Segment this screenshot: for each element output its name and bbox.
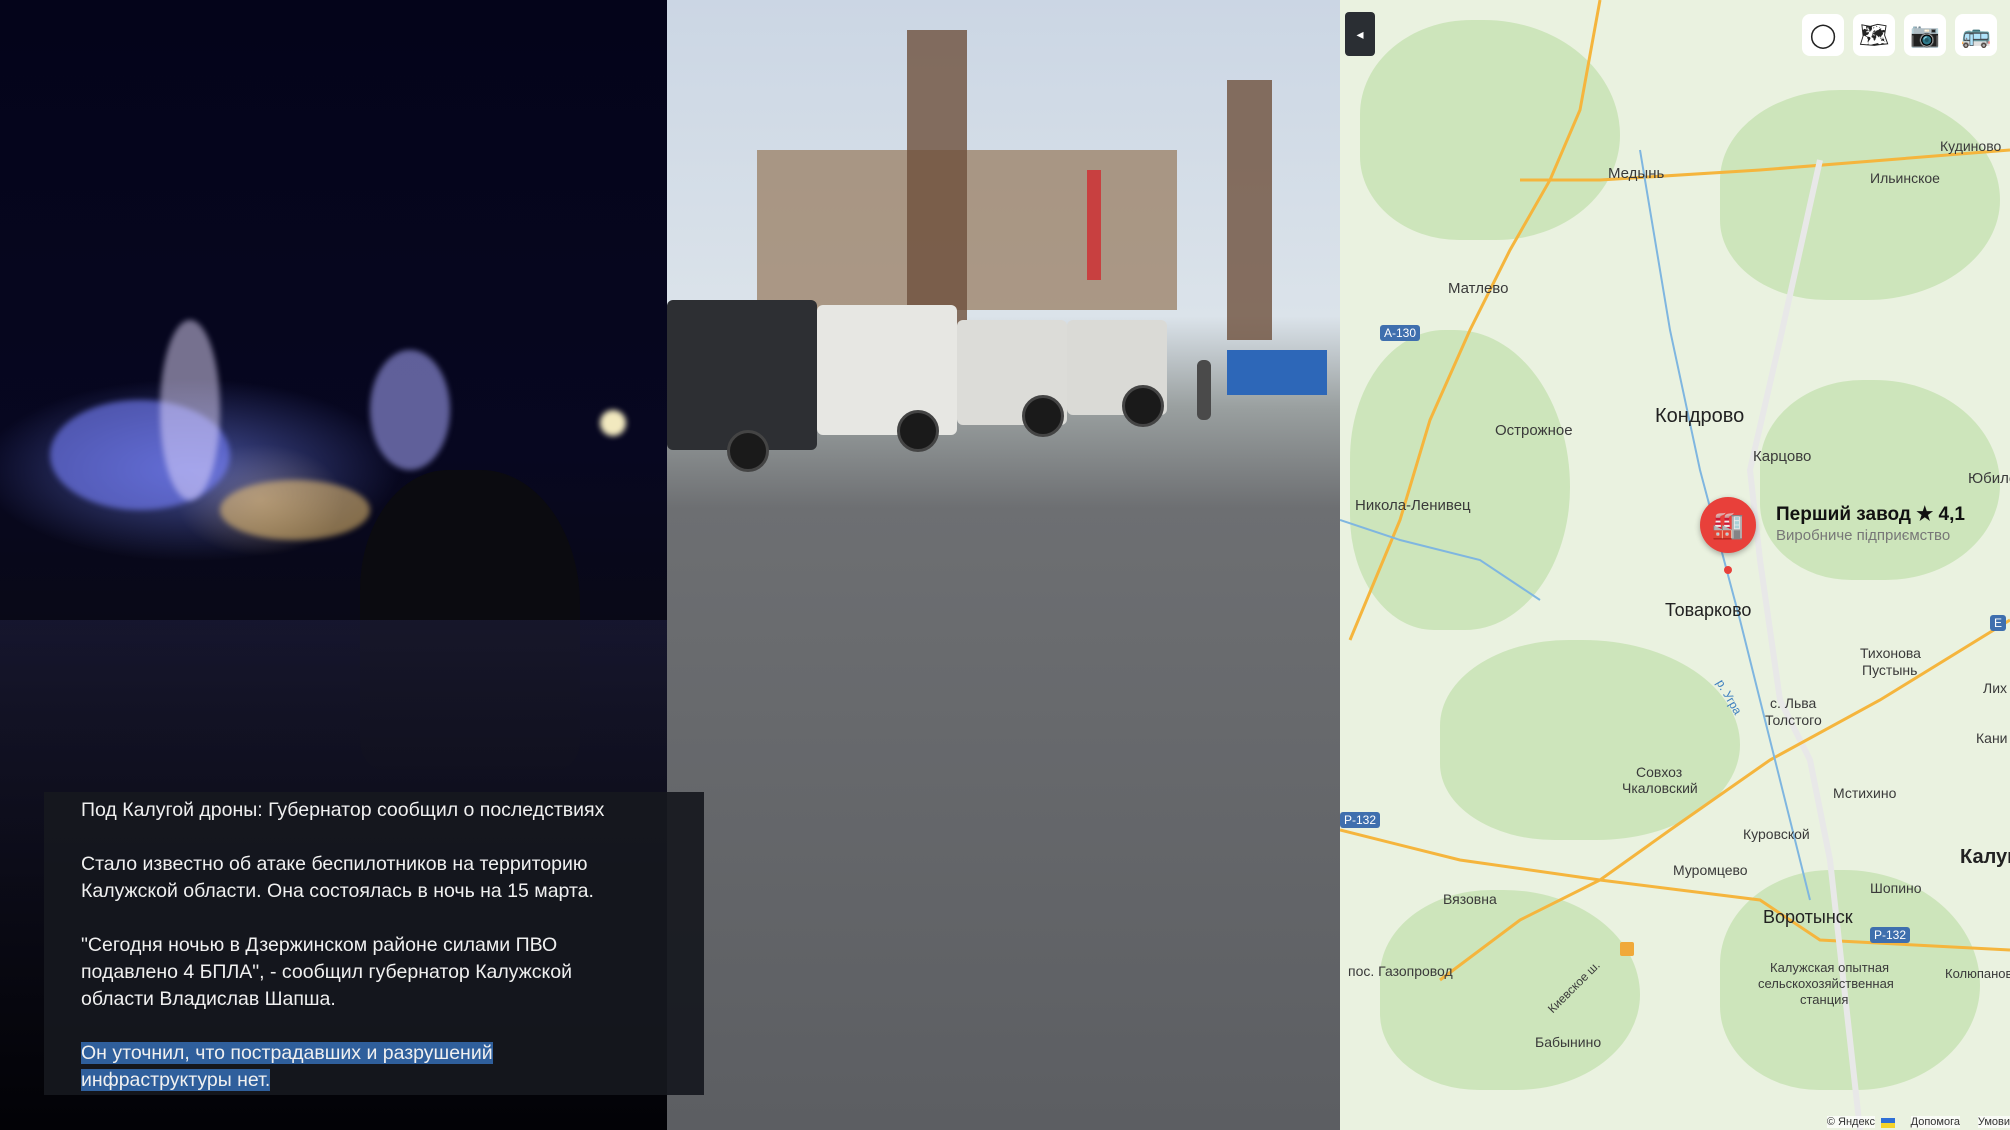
town-label: Острожное bbox=[1495, 422, 1573, 439]
panorama-icon[interactable]: 📷 bbox=[1904, 14, 1946, 56]
chimney bbox=[1087, 170, 1101, 280]
news-paragraph-line: Стало известно об атаке беспилотников на… bbox=[81, 853, 588, 875]
town-label: Кани bbox=[1976, 730, 2008, 746]
refinery-tower-2 bbox=[1227, 80, 1272, 340]
truck-wheel bbox=[897, 410, 939, 452]
news-caption: Под Калугой дроны: Губернатор сообщил о … bbox=[44, 792, 704, 1095]
town-label: станция bbox=[1800, 992, 1849, 1007]
map-mode-icon[interactable]: 🗺 bbox=[1853, 14, 1895, 56]
town-label: Мстихино bbox=[1833, 785, 1897, 801]
town-label: Чкаловский bbox=[1622, 780, 1698, 796]
refinery-tower-1 bbox=[907, 30, 967, 330]
road-badge-a130: А-130 bbox=[1380, 325, 1421, 341]
flag-icon bbox=[1881, 1118, 1895, 1128]
plant-amber-glow bbox=[220, 480, 370, 540]
location-dot bbox=[1724, 566, 1732, 574]
town-label: Вязовна bbox=[1443, 891, 1497, 907]
town-label: Колюпаново bbox=[1945, 966, 2010, 981]
factory-icon[interactable]: 🏭 bbox=[1700, 497, 1756, 553]
town-label: Толстого bbox=[1765, 712, 1822, 728]
plant-tower-light bbox=[160, 320, 220, 500]
town-label: с. Льва bbox=[1770, 695, 1817, 711]
road-badge-r132: Р-132 bbox=[1870, 927, 1911, 943]
refinery-frame bbox=[757, 150, 1177, 310]
news-highlighted-line: инфраструктуры нет. bbox=[81, 1069, 271, 1091]
town-label: Совхоз bbox=[1636, 764, 1683, 780]
town-label: Юбиле bbox=[1968, 470, 2010, 487]
town-label: Куровской bbox=[1743, 826, 1810, 842]
town-label: сельскохозяйственная bbox=[1758, 976, 1894, 991]
town-label: Лих bbox=[1983, 680, 2008, 696]
road-badge-e: Е bbox=[1990, 615, 2007, 631]
town-label: Шопино bbox=[1870, 880, 1922, 896]
day-photo bbox=[667, 0, 1340, 1130]
town-label: пос. Газопровод bbox=[1348, 963, 1453, 979]
town-label: Матлево bbox=[1448, 280, 1509, 297]
transport-icon[interactable]: 🚌 bbox=[1955, 14, 1997, 56]
collapse-panel-button[interactable]: ◂ bbox=[1345, 12, 1375, 56]
news-paragraph-line: подавлено 4 БПЛА", - сообщил губернатор … bbox=[81, 961, 573, 983]
place-category: Виробниче підприємство bbox=[1776, 527, 1951, 544]
town-label: Кудиново bbox=[1940, 138, 2002, 154]
town-label: Пустынь bbox=[1862, 662, 1918, 678]
town-label: Никола-Ленивец bbox=[1355, 497, 1471, 514]
help-link[interactable]: Допомога bbox=[1910, 1116, 1960, 1128]
town-label: Товарково bbox=[1665, 600, 1752, 620]
town-label: Калужская опытная bbox=[1770, 960, 1890, 975]
town-label: Тихонова bbox=[1860, 645, 1921, 661]
town-label: Воротынск bbox=[1763, 907, 1853, 927]
copyright-text: © Яндекс bbox=[1826, 1116, 1875, 1128]
town-label: Ильинское bbox=[1870, 170, 1940, 186]
town-label: Медынь bbox=[1608, 165, 1665, 182]
plant-glow-right bbox=[370, 350, 450, 470]
walking-person bbox=[1197, 360, 1211, 420]
truck-wheel bbox=[1122, 385, 1164, 427]
town-label: Карцово bbox=[1753, 448, 1812, 465]
news-highlighted-line: Он уточнил, что пострадавших и разрушени… bbox=[81, 1042, 493, 1064]
news-paragraph-line: "Сегодня ночью в Дзержинском районе сила… bbox=[81, 934, 558, 956]
town-label: Кондрово bbox=[1655, 405, 1745, 427]
town-label: Калуг bbox=[1960, 846, 2010, 868]
truck-white-1 bbox=[817, 305, 957, 435]
news-paragraph-line: Калужской области. Она состоялась в ночь… bbox=[81, 880, 594, 902]
news-paragraph-line: области Владислав Шапша. bbox=[81, 988, 336, 1010]
terms-link[interactable]: Умови bbox=[1977, 1116, 2010, 1128]
fuel-station-icon[interactable] bbox=[1620, 942, 1634, 956]
map-view[interactable]: Медынь Кудиново Ильинское Матлево Острож… bbox=[1340, 0, 2010, 1130]
town-label: Бабынино bbox=[1535, 1034, 1602, 1050]
place-name[interactable]: Перший завод ★ 4,1 bbox=[1776, 503, 1965, 526]
blue-container bbox=[1227, 350, 1327, 395]
news-headline: Под Калугой дроны: Губернатор сообщил о … bbox=[81, 799, 605, 821]
truck-dark bbox=[667, 300, 817, 450]
town-label: Муромцево bbox=[1673, 862, 1748, 878]
road-badge-r132: Р-132 bbox=[1340, 812, 1381, 828]
truck-wheel bbox=[1022, 395, 1064, 437]
truck-wheel bbox=[727, 430, 769, 472]
street-lamp bbox=[600, 410, 626, 436]
layers-circle-icon[interactable]: ◯ bbox=[1802, 14, 1844, 56]
